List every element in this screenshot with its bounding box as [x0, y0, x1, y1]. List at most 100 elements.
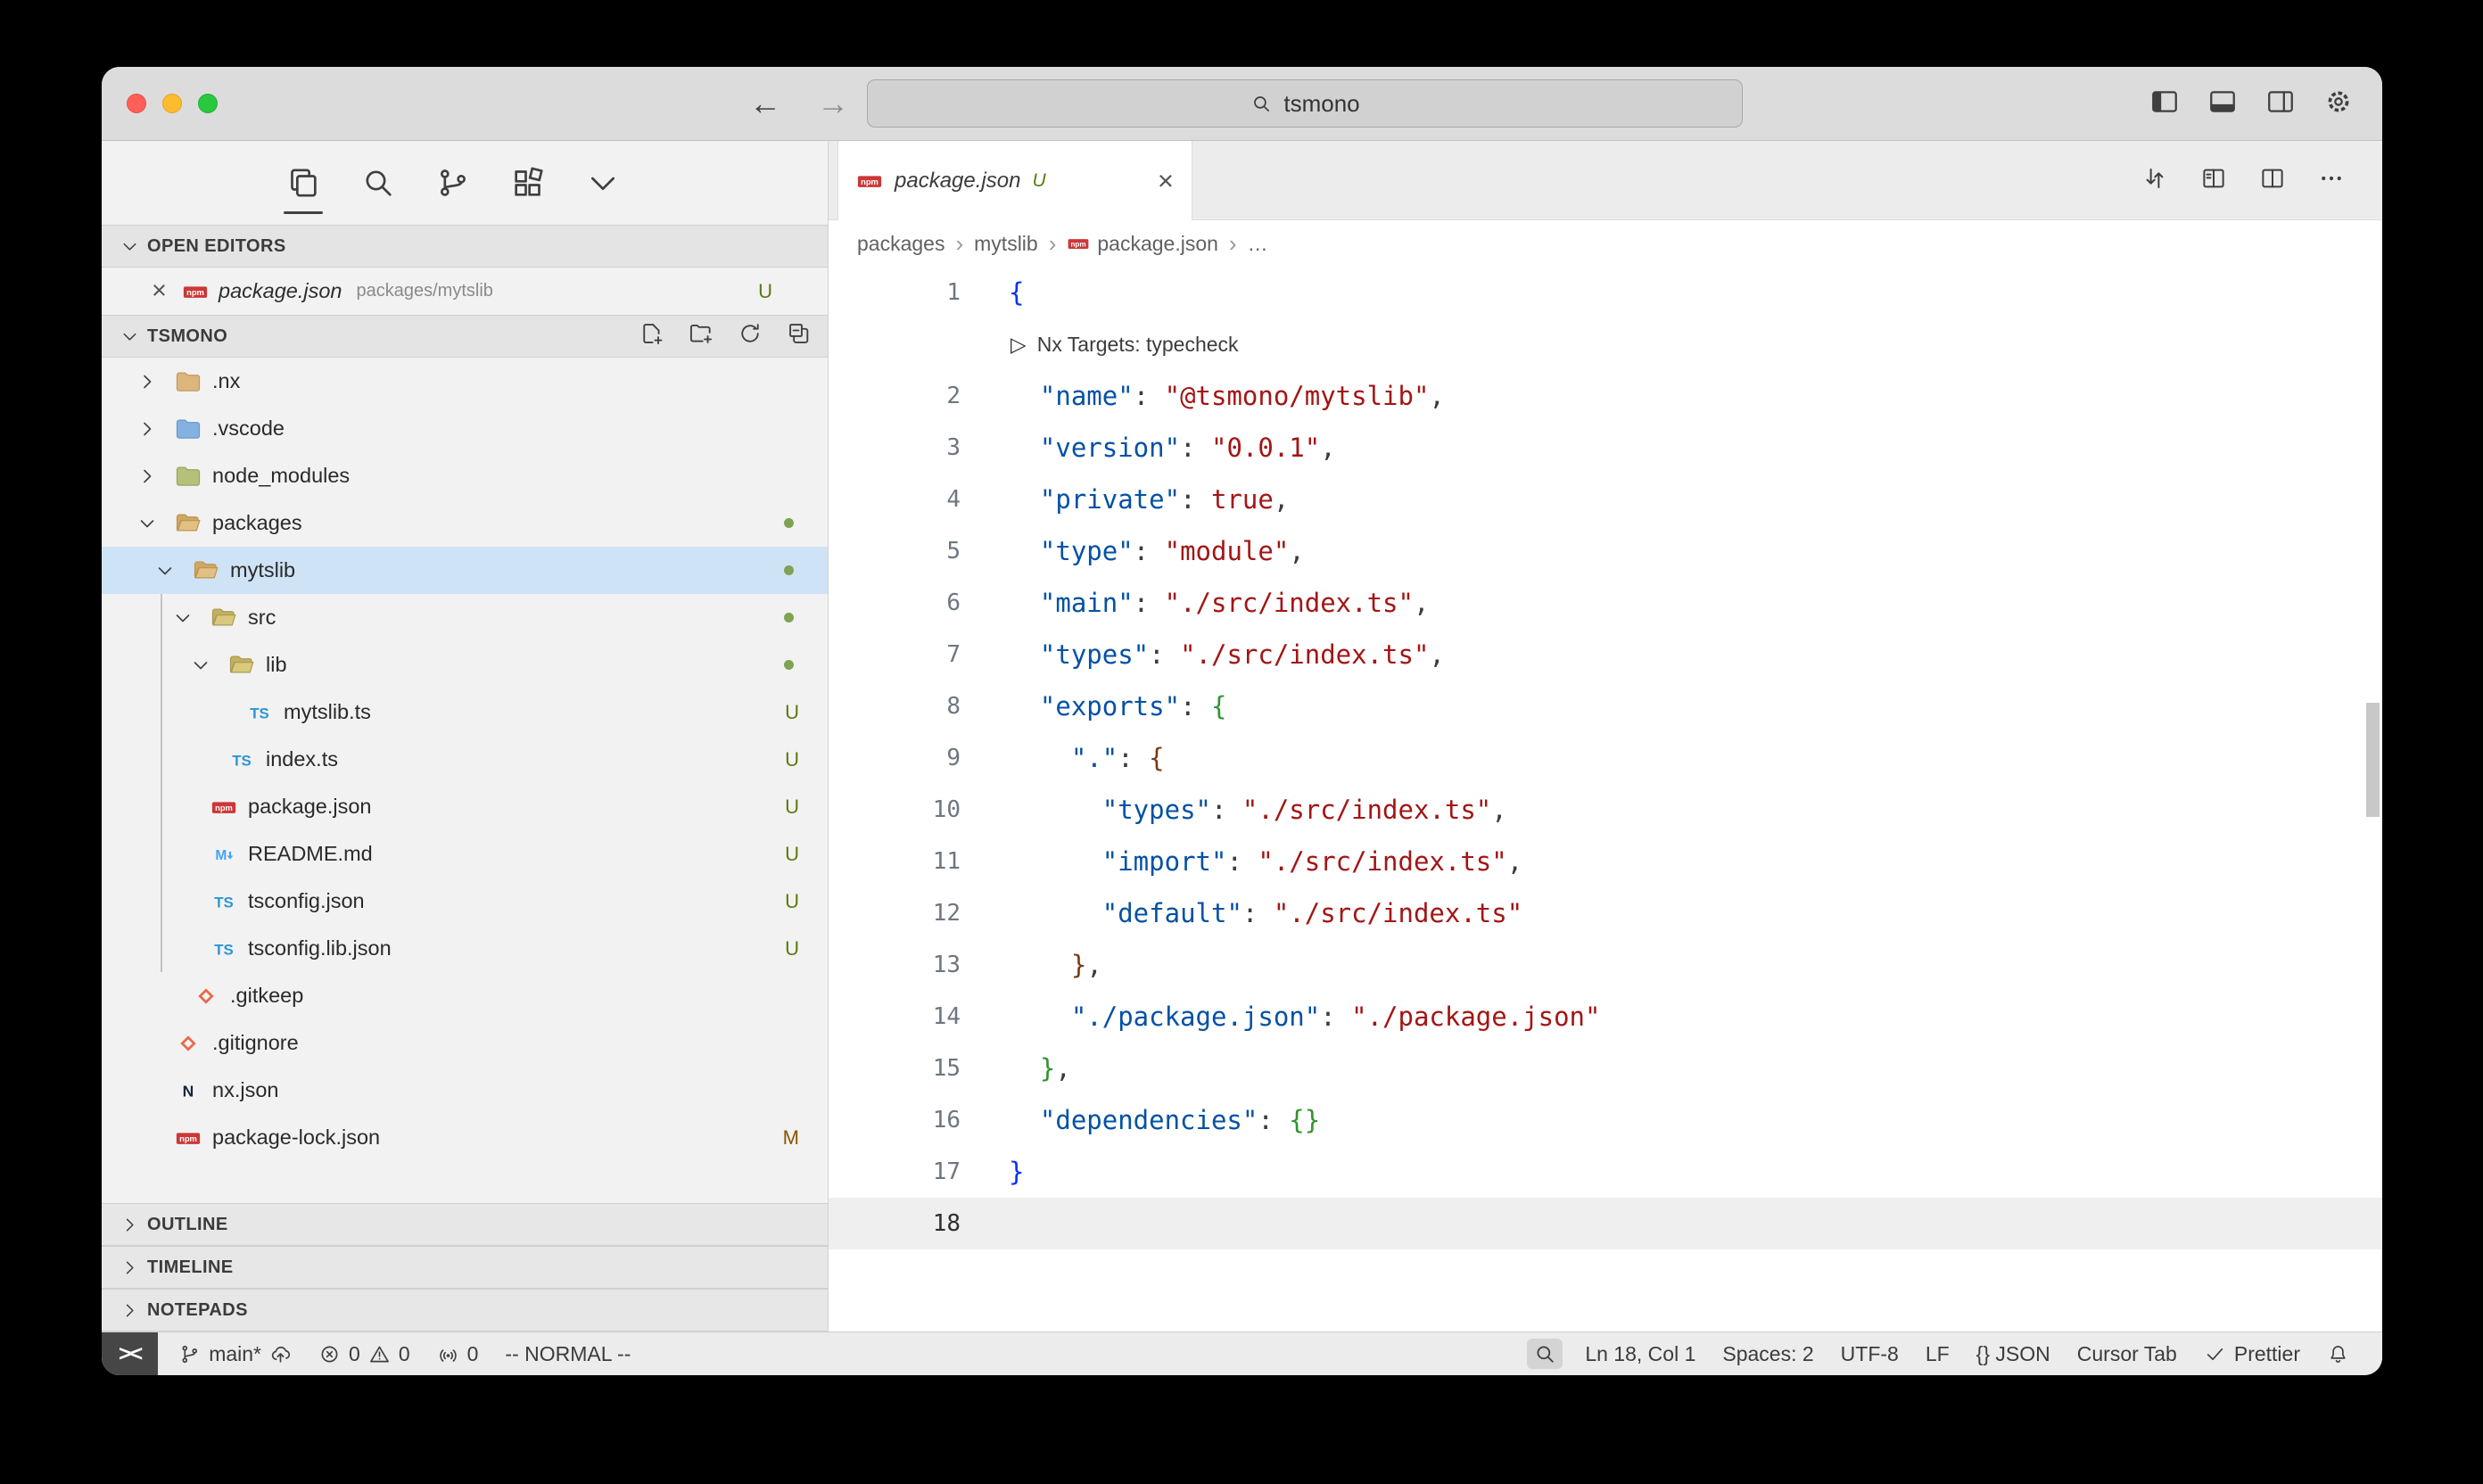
chev-right-icon[interactable]: [136, 466, 158, 487]
code-line-11[interactable]: 11 "import": "./src/index.ts",: [829, 836, 2382, 887]
panel-notepads[interactable]: NOTEPADS: [102, 1289, 828, 1331]
scrollbar-thumb[interactable]: [2366, 703, 2380, 817]
activity-extensions[interactable]: [510, 141, 546, 225]
zoom-window-button[interactable]: [198, 94, 218, 113]
layout-sidebar-left-button[interactable]: [2149, 87, 2180, 121]
activity-search[interactable]: [360, 141, 396, 225]
tree-item-tsconfig.json[interactable]: TStsconfig.jsonU: [102, 878, 828, 925]
eol[interactable]: LF: [1912, 1332, 1963, 1375]
code-line-12[interactable]: 12 "default": "./src/index.ts": [829, 887, 2382, 939]
formatter[interactable]: Prettier: [2190, 1332, 2314, 1375]
back-button[interactable]: ←: [749, 87, 781, 120]
layout-sidebar-right-button[interactable]: [2265, 87, 2296, 121]
tree-item-package-lock.json[interactable]: npmpackage-lock.jsonM: [102, 1114, 828, 1161]
new-folder-button[interactable]: [689, 321, 714, 351]
forward-button[interactable]: →: [817, 87, 849, 120]
open-editors-label: OPEN EDITORS: [147, 236, 286, 257]
open-changes-button[interactable]: [2141, 165, 2168, 196]
chev-right-icon[interactable]: [136, 371, 158, 392]
code-line-8[interactable]: 8 "exports": {: [829, 680, 2382, 732]
tree-item-README.md[interactable]: MREADME.mdU: [102, 830, 828, 878]
new-file-button[interactable]: [639, 321, 664, 351]
collapse-all-button[interactable]: [787, 321, 812, 351]
close-window-button[interactable]: [127, 94, 146, 113]
explorer-header[interactable]: TSMONO: [102, 315, 828, 358]
code-line-15[interactable]: 15 },: [829, 1043, 2382, 1094]
code-editor[interactable]: 1{▷Nx Targets: typecheck2 "name": "@tsmo…: [829, 267, 2382, 1331]
code-line-10[interactable]: 10 "types": "./src/index.ts",: [829, 784, 2382, 836]
code-line-17[interactable]: 17}: [829, 1146, 2382, 1198]
chev-right-icon[interactable]: [136, 418, 158, 440]
tree-item-src[interactable]: src: [102, 594, 828, 641]
tree-item-index.ts[interactable]: TSindex.tsU: [102, 736, 828, 783]
code-line-18[interactable]: 18: [829, 1198, 2382, 1249]
close-tab-icon[interactable]: ×: [1158, 167, 1174, 194]
code-line-14[interactable]: 14 "./package.json": "./package.json": [829, 991, 2382, 1043]
open-editor-item[interactable]: ×npmpackage.jsonpackages/mytslibU: [102, 268, 828, 315]
panel-outline[interactable]: OUTLINE: [102, 1203, 828, 1246]
code-line-4[interactable]: 4 "private": true,: [829, 474, 2382, 525]
tree-item-lib[interactable]: lib: [102, 641, 828, 688]
activity-files[interactable]: [285, 141, 321, 225]
open-changes-icon: [2141, 165, 2168, 192]
breadcrumb-item[interactable]: npmpackage.json: [1067, 232, 1218, 256]
encoding[interactable]: UTF-8: [1827, 1332, 1912, 1375]
settings-gear-icon: [2323, 87, 2354, 117]
indentation[interactable]: Spaces: 2: [1709, 1332, 1827, 1375]
settings-gear-button[interactable]: [2323, 87, 2354, 121]
layout-panel-button[interactable]: [2207, 87, 2238, 121]
open-editor-path: packages/mytslib: [357, 281, 493, 301]
tree-item-.gitkeep[interactable]: .gitkeep: [102, 972, 828, 1019]
tree-item-.nx[interactable]: .nx: [102, 358, 828, 405]
cursor-position[interactable]: Ln 18, Col 1: [1571, 1332, 1709, 1375]
tree-item-.vscode[interactable]: .vscode: [102, 405, 828, 452]
code-line-2[interactable]: 2 "name": "@tsmono/mytslib",: [829, 370, 2382, 422]
cursor-tab[interactable]: Cursor Tab: [2064, 1332, 2190, 1375]
code-line-6[interactable]: 6 "main": "./src/index.ts",: [829, 577, 2382, 629]
code-line-5[interactable]: 5 "type": "module",: [829, 525, 2382, 577]
tree-item-packages[interactable]: packages: [102, 499, 828, 547]
chev-down-icon[interactable]: [190, 655, 211, 676]
code-line-3[interactable]: 3 "version": "0.0.1",: [829, 422, 2382, 474]
tree-item-package.json[interactable]: npmpackage.jsonU: [102, 783, 828, 830]
tree-item-mytslib[interactable]: mytslib: [102, 547, 828, 594]
code-line-13[interactable]: 13 },: [829, 939, 2382, 991]
tree-item-.gitignore[interactable]: .gitignore: [102, 1019, 828, 1067]
panel-timeline[interactable]: TIMELINE: [102, 1246, 828, 1289]
tree-item-nx.json[interactable]: Nnx.json: [102, 1067, 828, 1114]
vim-mode[interactable]: -- NORMAL --: [491, 1332, 644, 1375]
code-line-1[interactable]: 1{: [829, 267, 2382, 318]
tree-item-node_modules[interactable]: node_modules: [102, 452, 828, 499]
breadcrumb-item[interactable]: mytslib: [974, 232, 1038, 256]
chev-down-icon[interactable]: [136, 513, 158, 534]
minimize-window-button[interactable]: [162, 94, 182, 113]
zoom-button[interactable]: [1518, 1332, 1571, 1375]
code-line-9[interactable]: 9 ".": {: [829, 732, 2382, 784]
chev-down-icon[interactable]: [172, 607, 194, 629]
command-center-search[interactable]: tsmono: [867, 79, 1743, 128]
problems[interactable]: 00: [305, 1332, 424, 1375]
notifications[interactable]: [2314, 1332, 2363, 1375]
language-mode[interactable]: {} JSON: [1963, 1332, 2064, 1375]
code-line-7[interactable]: 7 "types": "./src/index.ts",: [829, 629, 2382, 680]
activity-source-control[interactable]: [435, 141, 471, 225]
open-preview-button[interactable]: [2200, 165, 2227, 196]
ports[interactable]: 0: [424, 1332, 492, 1375]
chev-down-icon[interactable]: [154, 560, 176, 581]
refresh-button[interactable]: [738, 321, 763, 351]
tree-item-mytslib.ts[interactable]: TSmytslib.tsU: [102, 688, 828, 736]
code-line-16[interactable]: 16 "dependencies": {}: [829, 1094, 2382, 1146]
tree-item-tsconfig.lib.json[interactable]: TStsconfig.lib.jsonU: [102, 925, 828, 972]
more-actions-button[interactable]: [2318, 165, 2345, 196]
open-editors-header[interactable]: OPEN EDITORS: [102, 225, 828, 268]
breadcrumb-item[interactable]: …: [1248, 232, 1268, 256]
tab-package-json[interactable]: npm package.json U ×: [837, 141, 1192, 220]
breadcrumb-item[interactable]: packages: [857, 232, 945, 256]
close-editor-icon[interactable]: ×: [152, 278, 182, 304]
codelens-link[interactable]: ▷Nx Targets: typecheck: [1011, 318, 1239, 370]
split-editor-button[interactable]: [2259, 165, 2286, 196]
history-nav: ← →: [749, 67, 849, 140]
remote-indicator[interactable]: ><: [102, 1332, 158, 1375]
git-branch[interactable]: main*: [165, 1332, 305, 1375]
activity-chevron-more[interactable]: [585, 141, 621, 225]
